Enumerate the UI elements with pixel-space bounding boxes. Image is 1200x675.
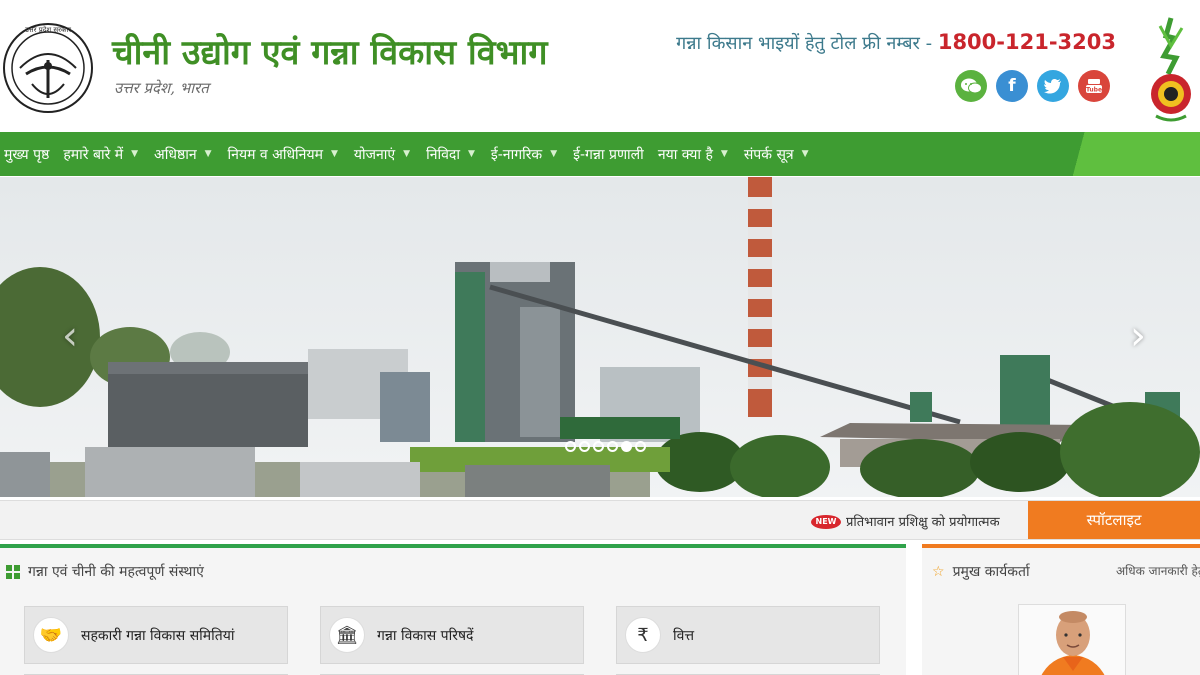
institution-cards: 🤝 सहकारी गन्ना विकास समितियां 🏛 गन्ना विकास… xyxy=(24,606,880,664)
nav-item-label: हमारे बारे में xyxy=(63,146,124,163)
ticker-link[interactable]: प्रतिभावान प्रशिक्षु को प्रयोगात्मक xyxy=(846,512,1000,530)
slider-dots xyxy=(565,441,646,452)
chevron-down-icon: ▼ xyxy=(330,149,338,159)
institutions-panel: गन्ना एवं चीनी की महत्वपूर्ण संस्थाएं 🤝 स… xyxy=(0,544,906,675)
social-links: f Tube xyxy=(955,70,1110,102)
key-officials-title-text: प्रमुख कार्यकर्ता xyxy=(952,564,1030,580)
chevron-down-icon: ▼ xyxy=(403,149,411,159)
chevron-down-icon: ▼ xyxy=(801,149,809,159)
institutions-title: गन्ना एवं चीनी की महत्वपूर्ण संस्थाएं xyxy=(6,562,204,581)
institution-card-label: वित्त xyxy=(673,627,695,644)
slider-dot[interactable] xyxy=(593,441,604,452)
grid-icon xyxy=(6,564,20,579)
institution-card-label: सहकारी गन्ना विकास समितियां xyxy=(81,627,235,644)
spotlight-button[interactable]: स्पॉटलाइट xyxy=(1028,501,1200,539)
nav-item-label: मुख्य पृष्ठ xyxy=(4,146,50,163)
helpline: गन्ना किसान भाइयों हेतु टोल फ्री नम्बर -… xyxy=(676,30,1116,55)
nav-item[interactable]: निविदा ▼ xyxy=(422,145,487,164)
official-photo[interactable] xyxy=(1018,604,1126,675)
institutions-title-text: गन्ना एवं चीनी की महत्वपूर्ण संस्थाएं xyxy=(28,564,204,580)
nav-item[interactable]: ई-नागरिक ▼ xyxy=(487,145,569,164)
main-nav: मुख्य पृष्ठ हमारे बारे में ▼ अधिष्ठान ▼ नियम … xyxy=(0,132,1200,176)
slider-prev-button[interactable]: ‹ xyxy=(62,313,78,359)
nav-item-label: नया क्या है xyxy=(657,146,713,163)
site-title[interactable]: चीनी उद्योग एवं गन्ना विकास विभाग xyxy=(112,28,547,74)
nav-item-label: अधिष्ठान xyxy=(154,146,197,163)
nav-item[interactable]: नया क्या है ▼ xyxy=(654,145,740,164)
institution-card-label: गन्ना विकास परिषदें xyxy=(377,627,474,644)
wechat-icon[interactable] xyxy=(955,70,987,102)
new-badge: NEW xyxy=(811,515,841,529)
slider-dot[interactable] xyxy=(579,441,590,452)
nav-item-label: ई-गन्ना प्रणाली xyxy=(573,146,644,163)
nav-item-label: ई-नागरिक xyxy=(490,146,543,163)
emblem-text: उत्तर प्रदेश सरकार xyxy=(25,25,71,34)
slider-dot[interactable] xyxy=(621,441,632,452)
chevron-down-icon: ▼ xyxy=(131,149,139,159)
nav-items: मुख्य पृष्ठ हमारे बारे में ▼ अधिष्ठान ▼ नियम … xyxy=(0,132,821,176)
svg-text:Tube: Tube xyxy=(1086,87,1102,94)
nav-item[interactable]: नियम व अधिनियम ▼ xyxy=(224,145,350,164)
slider-next-button[interactable]: › xyxy=(1130,313,1146,359)
helpline-number[interactable]: 1800-121-3203 xyxy=(938,30,1116,54)
rupee-icon: ₹ xyxy=(625,617,661,653)
nav-item[interactable]: योजनाएं ▼ xyxy=(350,145,422,164)
chevron-down-icon: ▼ xyxy=(204,149,212,159)
institution-card[interactable]: 🏛 गन्ना विकास परिषदें xyxy=(320,606,584,664)
chevron-down-icon: ▼ xyxy=(720,149,728,159)
nav-item-label: नियम व अधिनियम xyxy=(227,146,323,163)
youtube-icon[interactable]: Tube xyxy=(1078,70,1110,102)
nav-item-label: संपर्क सूत्र xyxy=(743,146,794,163)
key-officials-title: ☆ प्रमुख कार्यकर्ता xyxy=(932,562,1030,581)
slider-dot[interactable] xyxy=(635,441,646,452)
facebook-icon[interactable]: f xyxy=(996,70,1028,102)
twitter-icon[interactable] xyxy=(1037,70,1069,102)
more-info-link[interactable]: अधिक जानकारी हेतु xyxy=(1116,562,1200,579)
institution-card[interactable]: ₹ वित्त xyxy=(616,606,880,664)
slider-dot[interactable] xyxy=(565,441,576,452)
nav-item[interactable]: मुख्य पृष्ठ xyxy=(0,145,53,164)
site-header: उत्तर प्रदेश सरकार चीनी उद्योग एवं गन्ना… xyxy=(0,0,1200,132)
handshake-icon: 🤝 xyxy=(33,617,69,653)
chevron-down-icon: ▼ xyxy=(550,149,558,159)
chevron-down-icon: ▼ xyxy=(467,149,475,159)
up-government-emblem[interactable]: उत्तर प्रदेश सरकार xyxy=(2,20,94,118)
nav-item-label: योजनाएं xyxy=(353,146,396,163)
helpline-label: गन्ना किसान भाइयों हेतु टोल फ्री नम्बर - xyxy=(676,33,938,54)
image-slider[interactable]: ‹ › xyxy=(0,177,1200,497)
nav-item[interactable]: अधिष्ठान ▼ xyxy=(150,145,224,164)
nav-item-label: निविदा xyxy=(426,146,460,163)
slider-dot[interactable] xyxy=(607,441,618,452)
nav-item[interactable]: हमारे बारे में ▼ xyxy=(59,145,150,164)
institution-card[interactable]: 🤝 सहकारी गन्ना विकास समितियां xyxy=(24,606,288,664)
site-subtitle: उत्तर प्रदेश, भारत xyxy=(114,79,209,97)
nav-item[interactable]: ई-गन्ना प्रणाली xyxy=(569,145,648,164)
department-logo xyxy=(1151,17,1191,122)
institution-icon: 🏛 xyxy=(329,617,365,653)
news-ticker: NEW प्रतिभावान प्रशिक्षु को प्रयोगात्मक … xyxy=(0,500,1200,540)
nav-item[interactable]: संपर्क सूत्र ▼ xyxy=(740,145,821,164)
key-officials-panel: ☆ प्रमुख कार्यकर्ता अधिक जानकारी हेतु xyxy=(922,544,1200,675)
star-icon: ☆ xyxy=(932,563,945,580)
